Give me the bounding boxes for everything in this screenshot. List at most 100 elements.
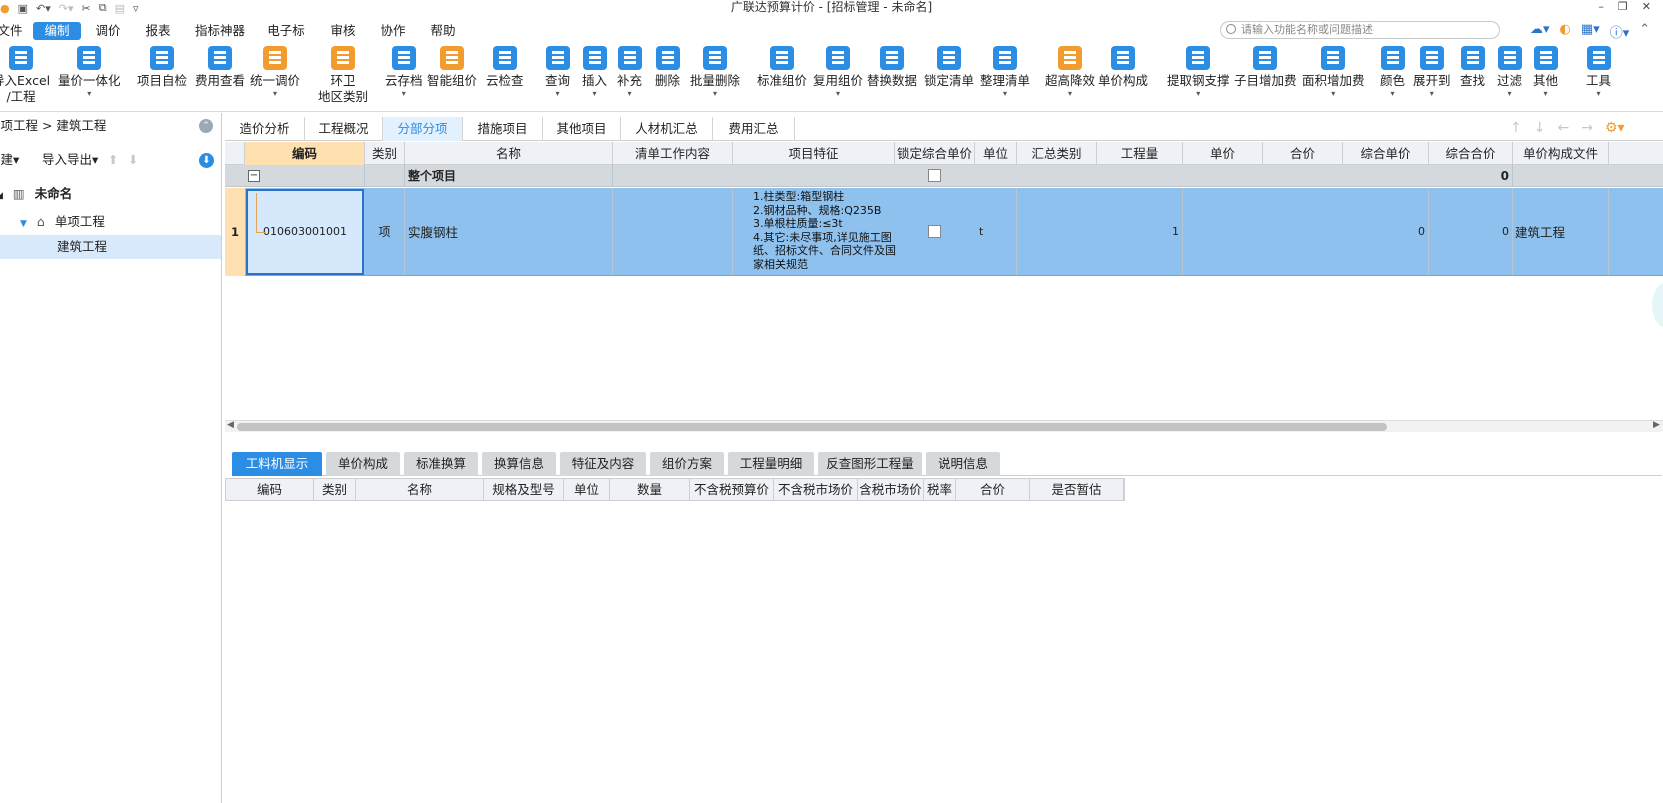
bheader-name[interactable]: 名称 bbox=[356, 479, 484, 500]
region-category-button[interactable]: 环卫 地区类别 bbox=[318, 46, 368, 105]
scrollbar-thumb[interactable] bbox=[237, 423, 1387, 431]
apps-icon[interactable]: ▦▾ bbox=[1581, 22, 1600, 41]
bheader-taxed-market[interactable]: 含税市场价 bbox=[858, 479, 924, 500]
quantity-cell[interactable]: 1 bbox=[1097, 188, 1183, 275]
comprehensive-unit-price-cell[interactable]: 0 bbox=[1343, 188, 1429, 275]
header-comprehensive-unit-price[interactable]: 综合单价 bbox=[1343, 142, 1429, 165]
menu-index-tool[interactable]: 指标神器 bbox=[190, 22, 250, 40]
tab-cost-analysis[interactable]: 造价分析 bbox=[225, 117, 305, 141]
header-type[interactable]: 类别 bbox=[365, 142, 405, 165]
tab-measures[interactable]: 措施项目 bbox=[463, 117, 543, 141]
tab-description[interactable]: 说明信息 bbox=[926, 452, 1000, 476]
new-button[interactable]: 新建▾ bbox=[0, 149, 19, 171]
filter-button[interactable]: 过滤 ▾ bbox=[1497, 46, 1522, 98]
standard-pricing-button[interactable]: 标准组价 bbox=[757, 46, 807, 89]
menu-edit[interactable]: 编制 bbox=[33, 22, 81, 40]
bheader-total[interactable]: 合价 bbox=[956, 479, 1030, 500]
tree-root-unnamed[interactable]: ◢ ▥ 未命名 bbox=[0, 182, 72, 206]
supplement-button[interactable]: 补充 ▾ bbox=[617, 46, 642, 98]
replace-data-button[interactable]: 替换数据 bbox=[867, 46, 917, 89]
cloud-icon[interactable]: ☁▾ bbox=[1530, 22, 1550, 41]
tab-sub-items[interactable]: 分部分项 bbox=[383, 117, 463, 141]
comprehensive-total-cell[interactable]: 0 bbox=[1429, 188, 1513, 275]
type-cell[interactable]: 项 bbox=[365, 188, 405, 275]
header-name[interactable]: 名称 bbox=[405, 142, 613, 165]
bheader-pretax-budget[interactable]: 不含税预算价 bbox=[690, 479, 774, 500]
organize-list-button[interactable]: 整理清单 ▾ bbox=[980, 46, 1030, 98]
bheader-unit[interactable]: 单位 bbox=[564, 479, 610, 500]
collapse-toggle-icon[interactable]: − bbox=[248, 169, 260, 182]
total-project-row[interactable]: − 整个项目 0 bbox=[225, 165, 1663, 187]
close-icon[interactable]: ✕ bbox=[1642, 0, 1651, 13]
minimize-icon[interactable]: – bbox=[1598, 0, 1604, 13]
price-file-cell[interactable]: 建筑工程 bbox=[1513, 188, 1609, 275]
tab-other-items[interactable]: 其他项目 bbox=[543, 117, 621, 141]
menu-reports[interactable]: 报表 bbox=[138, 22, 178, 40]
tree-item-single-project[interactable]: ▼ ⌂ 单项工程 bbox=[20, 210, 105, 234]
settings-icon[interactable]: ⚙▾ bbox=[1605, 120, 1625, 136]
header-summary-category[interactable]: 汇总类别 bbox=[1017, 142, 1097, 165]
insert-button[interactable]: 插入 ▾ bbox=[582, 46, 607, 98]
extract-steel-support-button[interactable]: 提取钢支撑 ▾ bbox=[1167, 46, 1230, 98]
tab-project-overview[interactable]: 工程概况 bbox=[305, 117, 383, 141]
reuse-pricing-button[interactable]: 复用组价 ▾ bbox=[813, 46, 863, 98]
tab-reverse-quantity[interactable]: 反查图形工程量 bbox=[818, 452, 922, 476]
unit-price-composition-button[interactable]: 单价构成 bbox=[1098, 46, 1148, 89]
header-price-file[interactable]: 单价构成文件 bbox=[1513, 142, 1609, 165]
move-down-icon[interactable]: ⬇ bbox=[128, 149, 138, 171]
header-lock-price[interactable]: 锁定综合单价 bbox=[895, 142, 975, 165]
cloud-check-button[interactable]: 云检查 bbox=[486, 46, 524, 89]
header-unit-price[interactable]: 单价 bbox=[1183, 142, 1263, 165]
arrow-left-icon[interactable]: ← bbox=[1557, 120, 1569, 136]
arrow-down-icon[interactable]: ↓ bbox=[1534, 120, 1546, 136]
cloud-archive-button[interactable]: 云存档 ▾ bbox=[385, 46, 423, 98]
table-row[interactable]: 1 010603001001 项 实腹钢柱 1.柱类型:箱型钢柱 2.钢材品种、… bbox=[225, 188, 1663, 276]
tree-item-building-project[interactable]: 建筑工程 bbox=[0, 235, 221, 259]
horizontal-scrollbar[interactable]: ◀ ▶ bbox=[225, 420, 1663, 432]
scroll-right-icon[interactable]: ▶ bbox=[1653, 420, 1660, 430]
color-button[interactable]: 颜色 ▾ bbox=[1380, 46, 1405, 98]
bheader-spec[interactable]: 规格及型号 bbox=[484, 479, 564, 500]
info-icon[interactable]: ⓘ▾ bbox=[1610, 22, 1630, 41]
function-search-input[interactable]: 请输入功能名称或问题描述 bbox=[1220, 21, 1500, 39]
header-total-price[interactable]: 合价 bbox=[1263, 142, 1343, 165]
header-unit[interactable]: 单位 bbox=[975, 142, 1017, 165]
menu-e-bid[interactable]: 电子标 bbox=[262, 22, 310, 40]
header-code[interactable]: 编码 bbox=[245, 142, 365, 165]
expand-to-button[interactable]: 展开到 ▾ bbox=[1413, 46, 1451, 98]
bheader-code[interactable]: 编码 bbox=[226, 479, 314, 500]
query-button[interactable]: 查询 ▾ bbox=[545, 46, 570, 98]
tab-feature-content[interactable]: 特征及内容 bbox=[560, 452, 646, 476]
batch-delete-button[interactable]: 批量删除 ▾ bbox=[690, 46, 740, 98]
support-icon[interactable]: ◐ bbox=[1560, 22, 1571, 41]
other-button[interactable]: 其他 ▾ bbox=[1533, 46, 1558, 98]
collapse-panel-icon[interactable]: ⌃ bbox=[199, 119, 213, 133]
unit-cell[interactable]: t bbox=[975, 188, 1017, 275]
tab-unit-price-composition[interactable]: 单价构成 bbox=[326, 452, 400, 476]
tab-material-summary[interactable]: 人材机汇总 bbox=[621, 117, 713, 141]
quantity-price-button[interactable]: 量价一体化 ▾ bbox=[58, 46, 121, 98]
ribbon-collapse-icon[interactable]: ⌃ bbox=[1639, 22, 1650, 41]
menu-collaborate[interactable]: 协作 bbox=[373, 22, 413, 40]
bheader-tax-rate[interactable]: 税率 bbox=[924, 479, 956, 500]
unified-adjust-button[interactable]: 统一调价 ▾ bbox=[250, 46, 300, 98]
lock-list-button[interactable]: 锁定清单 bbox=[924, 46, 974, 89]
find-button[interactable]: 查找 bbox=[1460, 46, 1485, 89]
header-quantity[interactable]: 工程量 bbox=[1097, 142, 1183, 165]
sub-item-fee-button[interactable]: 子目增加费 bbox=[1234, 46, 1297, 89]
bheader-quantity[interactable]: 数量 bbox=[610, 479, 690, 500]
header-work-content[interactable]: 清单工作内容 bbox=[613, 142, 733, 165]
arrow-right-icon[interactable]: → bbox=[1581, 120, 1593, 136]
tab-pricing-scheme[interactable]: 组价方案 bbox=[650, 452, 724, 476]
restore-icon[interactable]: ❐ bbox=[1618, 0, 1628, 13]
bheader-type[interactable]: 类别 bbox=[314, 479, 356, 500]
height-reduction-button[interactable]: 超高降效 ▾ bbox=[1045, 46, 1095, 98]
bheader-pretax-market[interactable]: 不含税市场价 bbox=[774, 479, 858, 500]
area-fee-button[interactable]: 面积增加费 ▾ bbox=[1302, 46, 1365, 98]
lock-price-checkbox[interactable] bbox=[928, 225, 941, 238]
tab-fee-summary[interactable]: 费用汇总 bbox=[713, 117, 795, 141]
bheader-provisional[interactable]: 是否暂估 bbox=[1030, 479, 1124, 500]
total-lock-checkbox[interactable] bbox=[928, 169, 941, 182]
tab-labor-material[interactable]: 工料机显示 bbox=[232, 452, 322, 476]
code-cell[interactable]: 010603001001 bbox=[246, 189, 364, 275]
